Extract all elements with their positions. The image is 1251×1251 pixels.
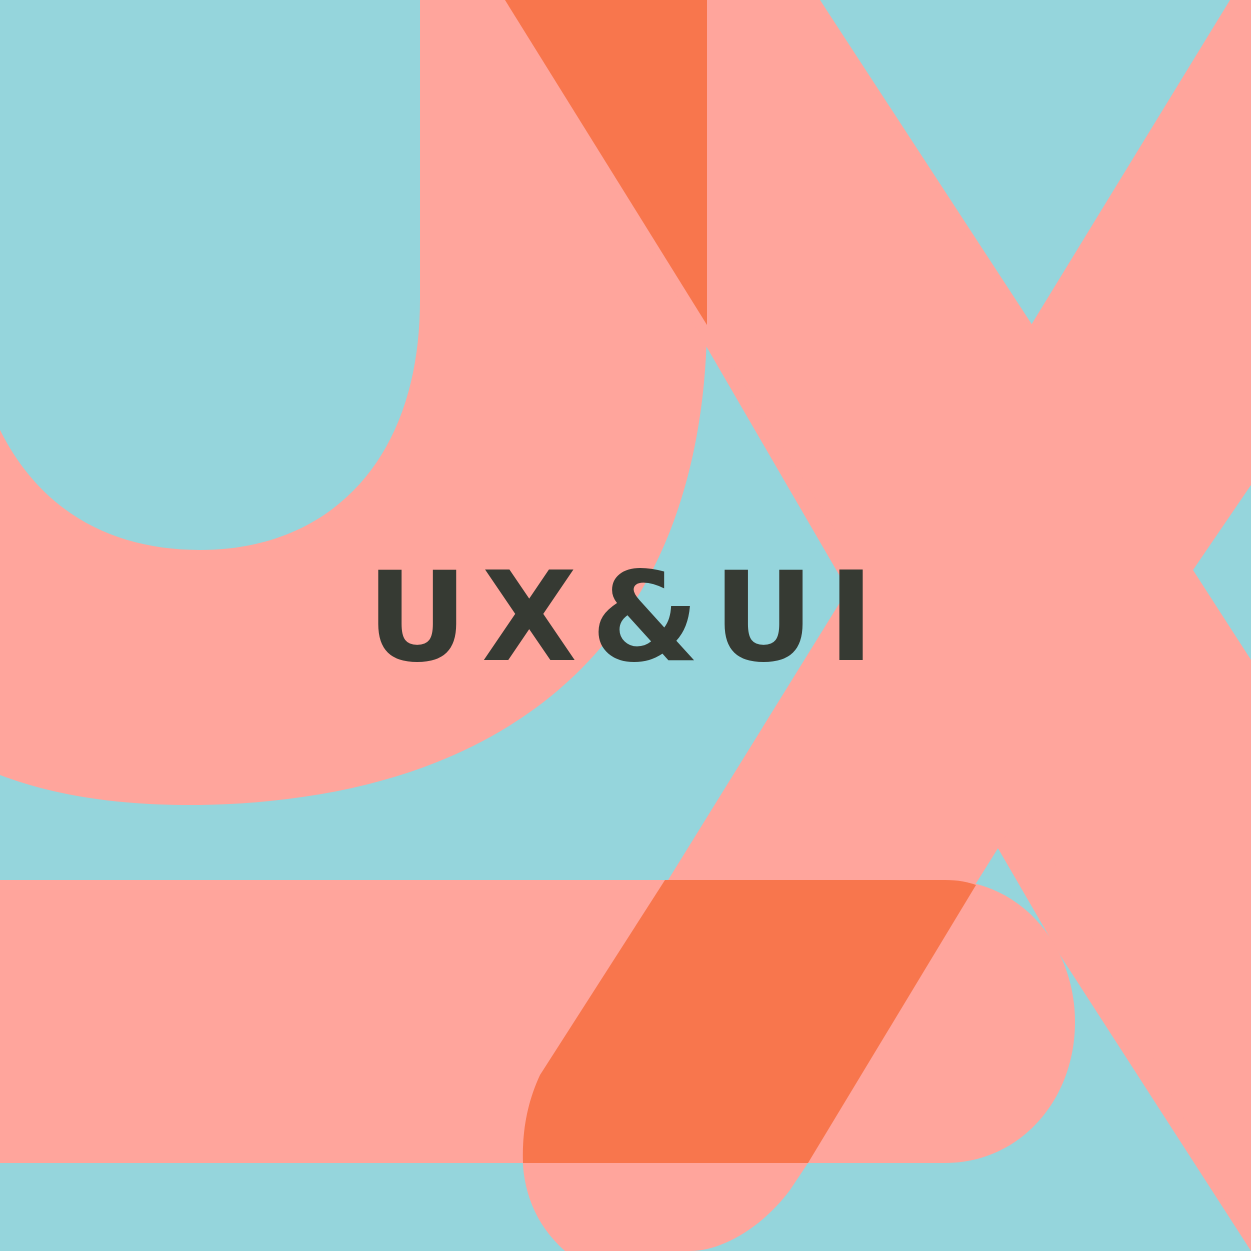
poster-title: UX&UI: [366, 546, 889, 690]
poster-canvas: UX&UI: [0, 0, 1251, 1251]
